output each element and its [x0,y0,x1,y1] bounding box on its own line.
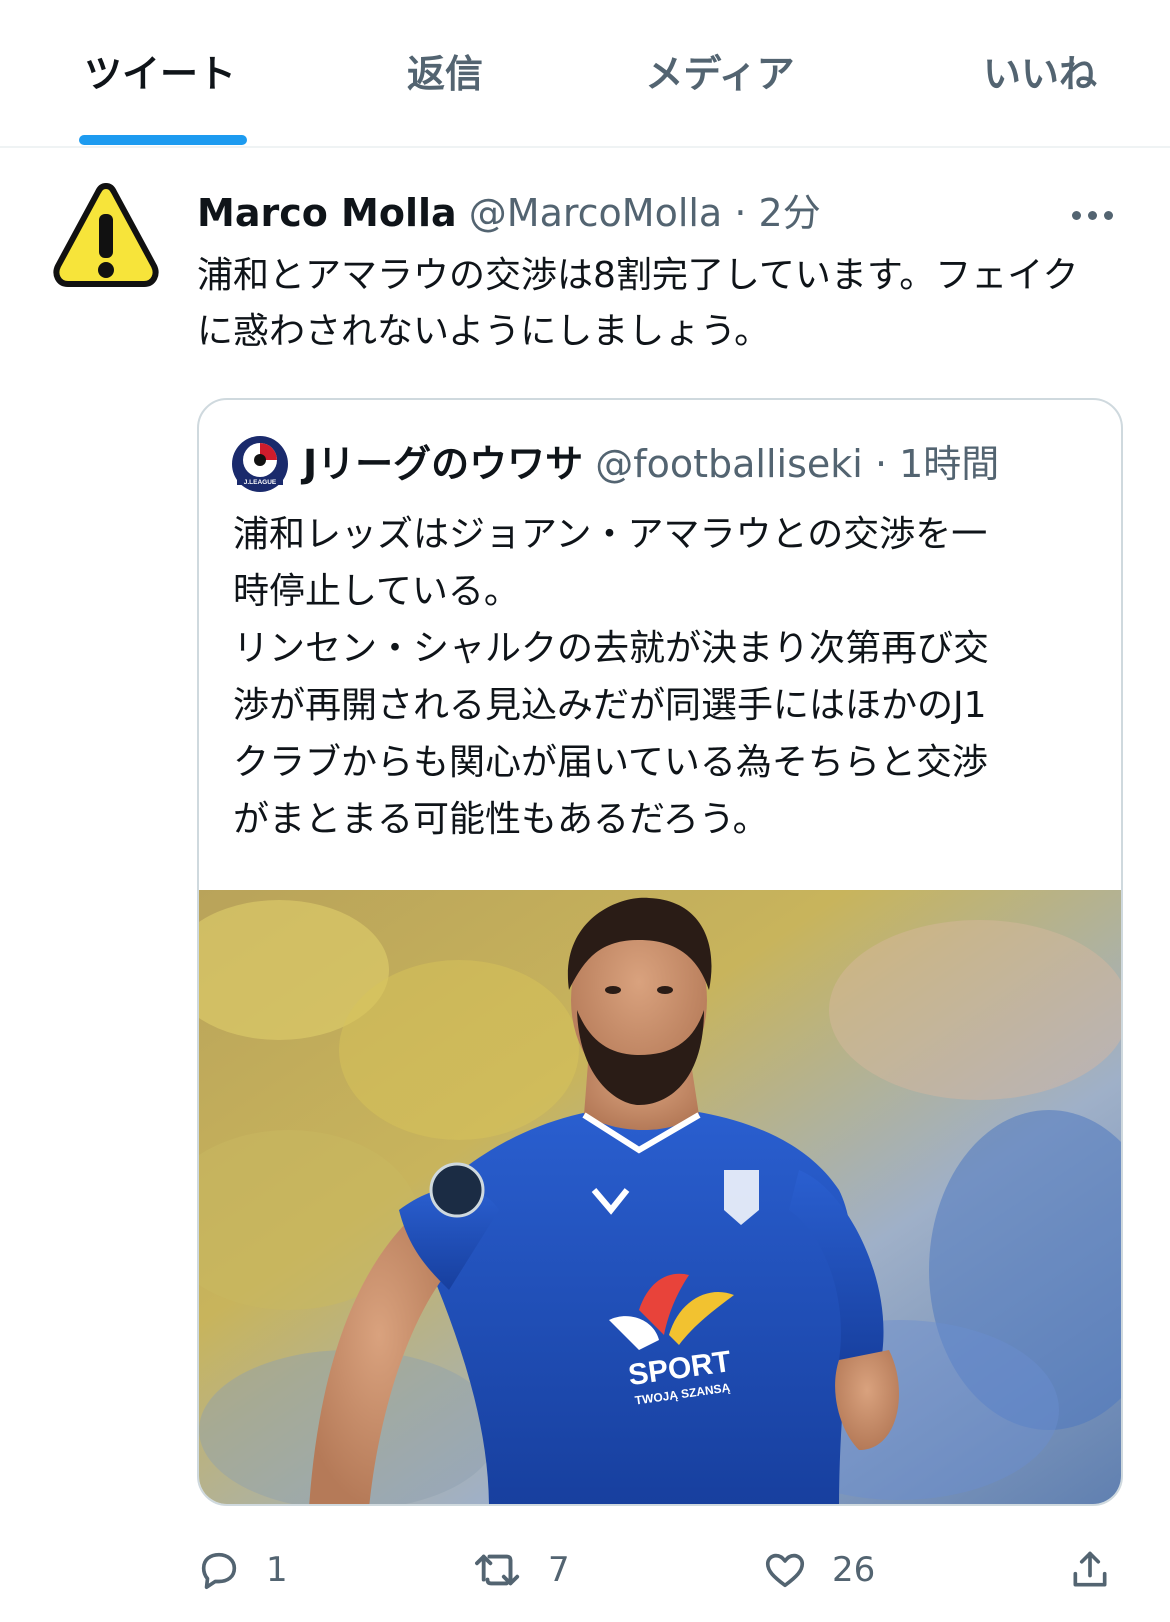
tab-likes[interactable]: いいね [940,44,1140,104]
more-options-button[interactable] [1070,190,1130,240]
more-dot [1088,211,1097,220]
quoted-text-line: がまとまる可能性もあるだろう。 [233,799,769,840]
tweet-header: Marco Molla @MarcoMolla · 2分 [197,188,821,238]
more-dot [1104,211,1113,220]
quoted-text-line: 浦和レッズはジョアン・アマラウとの交渉を一 [233,514,988,555]
quoted-avatar: J.LEAGUE [231,435,289,493]
tab-tweets[interactable]: ツイート [60,44,260,104]
active-tab-indicator [79,135,247,145]
more-dot [1072,211,1081,220]
separator-dot: · [734,191,747,235]
quoted-header: Jリーグのウワサ @footballiseki · 1時間 [303,436,999,492]
reply-count: 1 [266,1550,288,1590]
quoted-timestamp: 1時間 [899,442,1000,486]
reply-icon [201,1552,237,1590]
display-name[interactable]: Marco Molla [197,191,457,235]
separator-dot: · [874,442,888,486]
tweet-text: 浦和とアマラウの交渉は8割完了しています。フェイクに惑わされないようにしましょう… [197,255,1079,352]
timestamp[interactable]: 2分 [759,191,821,235]
quoted-text-line: 渉が再開される見込みだが同選手にはほかのJ1 [233,685,987,726]
quoted-text: 浦和レッズはジョアン・アマラウとの交渉を一 時停止している。 リンセン・シャルク… [233,506,1093,848]
warning-icon [53,183,159,287]
heart-icon [765,1553,805,1588]
quoted-tweet[interactable]: J.LEAGUE Jリーグのウワサ @footballiseki · 1時間 浦… [197,398,1123,1506]
handle[interactable]: @MarcoMolla [469,191,722,235]
tab-replies[interactable]: 返信 [345,44,545,104]
retweet-button[interactable]: 7 [474,1540,570,1600]
quoted-text-line: リンセン・シャルクの去就が決まり次第再び交 [233,628,990,669]
svg-text:J.LEAGUE: J.LEAGUE [244,479,277,486]
quoted-text-line: クラブからも関心が届いている為そちらと交渉 [233,742,988,783]
quoted-handle: @footballiseki [595,442,863,486]
avatar[interactable] [48,180,164,296]
share-icon [1073,1551,1107,1587]
tab-media[interactable]: メディア [620,44,820,104]
like-button[interactable]: 26 [762,1540,875,1600]
profile-tabs: ツイート 返信 メディア いいね [0,0,1170,148]
quoted-photo[interactable]: SPORT TWOJĄ SZANSĄ [199,890,1121,1504]
reply-button[interactable]: 1 [196,1540,288,1600]
retweet-count: 7 [548,1550,570,1590]
like-count: 26 [832,1550,876,1590]
retweet-icon [475,1554,520,1586]
quoted-display-name: Jリーグのウワサ [303,442,584,486]
share-button[interactable] [1068,1540,1112,1600]
quoted-text-line: 時停止している。 [233,571,520,612]
